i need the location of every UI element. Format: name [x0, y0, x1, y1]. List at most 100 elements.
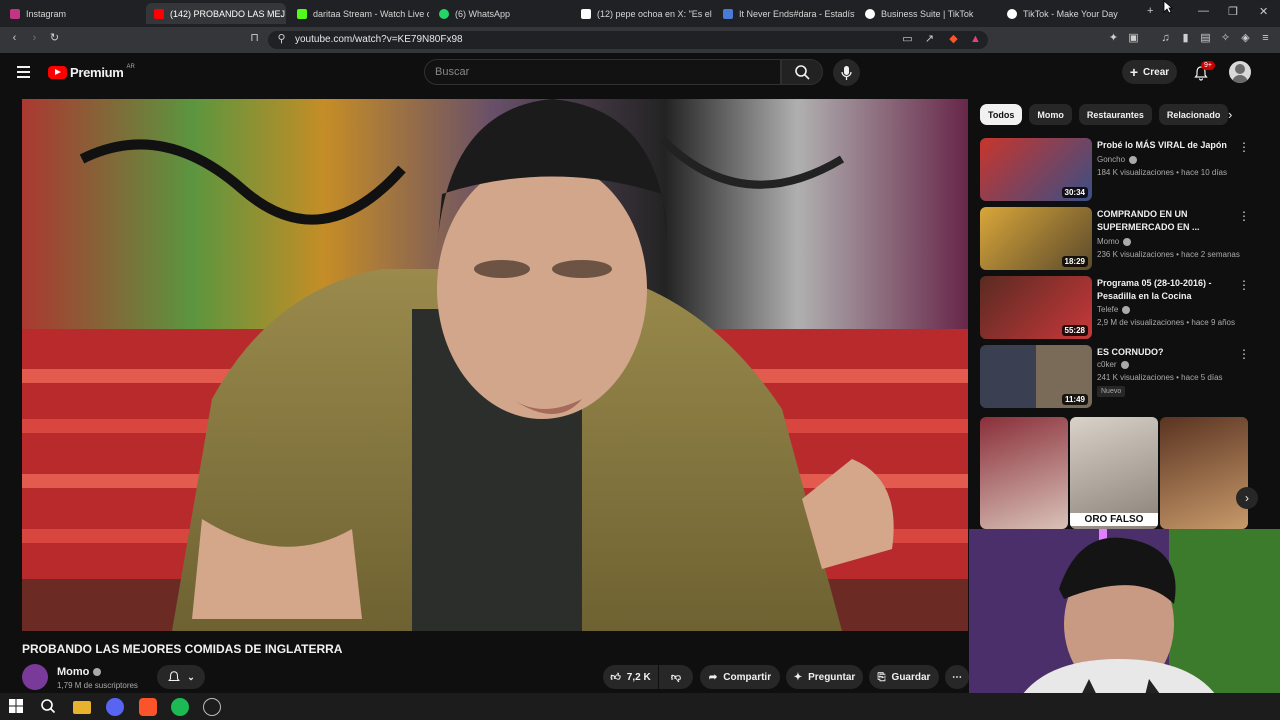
tab-stats[interactable]: It Never Ends#dara - Estadístic: [715, 3, 855, 24]
short-thumbnail[interactable]: [980, 417, 1068, 529]
sidebar-icon[interactable]: ▮: [1180, 33, 1191, 44]
recommendation-item[interactable]: 18:29 COMPRANDO EN UN SUPERMERCADO EN ..…: [980, 207, 1260, 270]
instagram-icon: [10, 8, 20, 19]
chip-momo[interactable]: Momo: [1029, 104, 1072, 125]
voice-search-button[interactable]: [833, 59, 860, 86]
search-input[interactable]: Buscar: [424, 59, 781, 85]
windows-taskbar: [0, 693, 1280, 720]
vpn-icon[interactable]: ◈: [1240, 33, 1251, 44]
whatsapp-icon: [439, 8, 449, 19]
search-icon: [795, 65, 810, 80]
recommendation-item[interactable]: 11:49 ES CORNUDO? c0ker 241 K visualizac…: [980, 345, 1260, 408]
tab-instagram[interactable]: Instagram: [2, 3, 142, 24]
brave-rewards-icon[interactable]: ▲: [970, 34, 981, 45]
channel-avatar[interactable]: [22, 664, 48, 690]
video-thumbnail[interactable]: 18:29: [980, 207, 1092, 270]
more-vert-icon[interactable]: ⋮: [1238, 209, 1250, 223]
brave-shield-icon[interactable]: ◆: [948, 34, 959, 45]
obs-icon[interactable]: [203, 698, 221, 716]
new-badge: Nuevo: [1097, 386, 1126, 397]
tab-kick[interactable]: daritaa Stream - Watch Live on: [289, 3, 429, 24]
bookmark-icon: ⎘: [877, 671, 886, 683]
cast-icon[interactable]: ▭: [902, 34, 913, 45]
rec-channel[interactable]: Goncho: [1097, 155, 1138, 164]
video-thumbnail[interactable]: 11:49: [980, 345, 1092, 408]
extensions-icon[interactable]: ✦: [1108, 33, 1119, 44]
menu-icon[interactable]: ≡: [1260, 33, 1271, 44]
ask-button[interactable]: ✦ Preguntar: [786, 665, 863, 689]
short-thumbnail[interactable]: ORO FALSO: [1070, 417, 1158, 529]
media-icon[interactable]: ♫: [1160, 33, 1171, 44]
chip-related[interactable]: Relacionado: [1158, 104, 1229, 125]
youtube-logo[interactable]: Premium AR: [48, 63, 135, 80]
video-frame: [22, 99, 968, 631]
restore-icon[interactable]: ❐: [1228, 5, 1238, 18]
close-icon[interactable]: ✕: [1259, 5, 1268, 18]
verified-icon: [1129, 155, 1138, 164]
chips-next-icon[interactable]: ›: [1228, 107, 1232, 122]
video-thumbnail[interactable]: 30:34: [980, 138, 1092, 201]
hamburger-icon[interactable]: [17, 66, 30, 78]
rec-channel[interactable]: c0ker: [1097, 360, 1129, 369]
region-label: AR: [126, 63, 135, 70]
windows-start-icon[interactable]: [8, 698, 26, 716]
wallet-icon[interactable]: ▤: [1200, 33, 1211, 44]
notifications-button[interactable]: 9+: [1193, 61, 1215, 86]
minimize-icon[interactable]: —: [1198, 5, 1209, 17]
filter-chips: Todos Momo Restaurantes Relacionado: [980, 104, 1229, 126]
notification-badge: 9+: [1201, 61, 1215, 70]
more-vert-icon[interactable]: ⋮: [1238, 140, 1250, 154]
file-explorer-icon[interactable]: [73, 701, 91, 714]
shorts-next-icon[interactable]: ›: [1236, 487, 1258, 509]
forward-icon[interactable]: ›: [29, 33, 40, 44]
channel-name[interactable]: Momo: [57, 666, 102, 678]
tab-x[interactable]: (12) pepe ochoa en X: "Es el m: [573, 3, 713, 24]
more-vert-icon[interactable]: ⋮: [1238, 347, 1250, 361]
verified-icon: [1120, 360, 1129, 369]
share-button[interactable]: ➦ Compartir: [700, 665, 780, 689]
chip-all[interactable]: Todos: [980, 104, 1023, 125]
share-icon: ➦: [708, 671, 718, 683]
leo-icon[interactable]: ✧: [1220, 33, 1231, 44]
kick-icon: [297, 8, 307, 19]
avatar[interactable]: [1229, 61, 1251, 83]
tab-youtube[interactable]: (142) PROBANDO LAS MEJ: [146, 3, 286, 24]
bell-icon: [168, 671, 181, 682]
save-button[interactable]: ⎘ Guardar: [869, 665, 939, 689]
tab-tiktok-business[interactable]: Business Suite | TikTok: [857, 3, 997, 24]
chip-restaurants[interactable]: Restaurantes: [1078, 104, 1152, 125]
recommendation-item[interactable]: 55:28 Programa 05 (28-10-2016) - Pesadil…: [980, 276, 1260, 339]
bookmark-icon[interactable]: ⊓: [249, 33, 260, 44]
video-thumbnail[interactable]: 55:28: [980, 276, 1092, 339]
new-tab-icon[interactable]: +: [1147, 5, 1153, 17]
like-button[interactable]: 👍︎ 7,2 K: [603, 665, 658, 689]
x-icon: [581, 8, 591, 19]
rec-channel[interactable]: Momo: [1097, 237, 1132, 246]
rec-meta: 241 K visualizaciones • hace 5 días: [1097, 373, 1223, 382]
search-icon[interactable]: [40, 698, 58, 716]
rec-channel[interactable]: Telefe: [1097, 305, 1131, 314]
brave-icon[interactable]: [139, 698, 157, 716]
reload-icon[interactable]: ↻: [49, 33, 60, 44]
screenshot-icon[interactable]: ▣: [1128, 33, 1139, 44]
tab-tiktok[interactable]: TikTok - Make Your Day: [999, 3, 1139, 24]
site-info-icon[interactable]: ⚲: [276, 34, 287, 45]
url-bar[interactable]: ⚲ youtube.com/watch?v=KE79N80Fx98 ▭ ↗ ◆ …: [268, 31, 988, 49]
video-player[interactable]: [22, 99, 968, 631]
dislike-button[interactable]: 👎︎: [659, 665, 693, 689]
tab-whatsapp[interactable]: (6) WhatsApp: [431, 3, 571, 24]
create-button[interactable]: + Crear: [1122, 60, 1177, 84]
subscription-bell-button[interactable]: ⌄: [157, 665, 205, 689]
share-icon[interactable]: ↗: [924, 34, 935, 45]
more-vert-icon[interactable]: ⋮: [1238, 278, 1250, 292]
search-button[interactable]: [781, 59, 823, 85]
recommendation-item[interactable]: 30:34 Probé lo MÁS VIRAL de Japón Goncho…: [980, 138, 1260, 201]
back-icon[interactable]: ‹: [9, 33, 20, 44]
spotify-icon[interactable]: [171, 698, 189, 716]
rec-meta: 184 K visualizaciones • hace 10 días: [1097, 168, 1227, 177]
verified-icon: [1123, 237, 1132, 246]
more-actions-button[interactable]: ⋯: [945, 665, 969, 689]
discord-icon[interactable]: [106, 698, 124, 716]
short-thumbnail[interactable]: [1160, 417, 1248, 529]
url-text: youtube.com/watch?v=KE79N80Fx98: [295, 34, 463, 45]
